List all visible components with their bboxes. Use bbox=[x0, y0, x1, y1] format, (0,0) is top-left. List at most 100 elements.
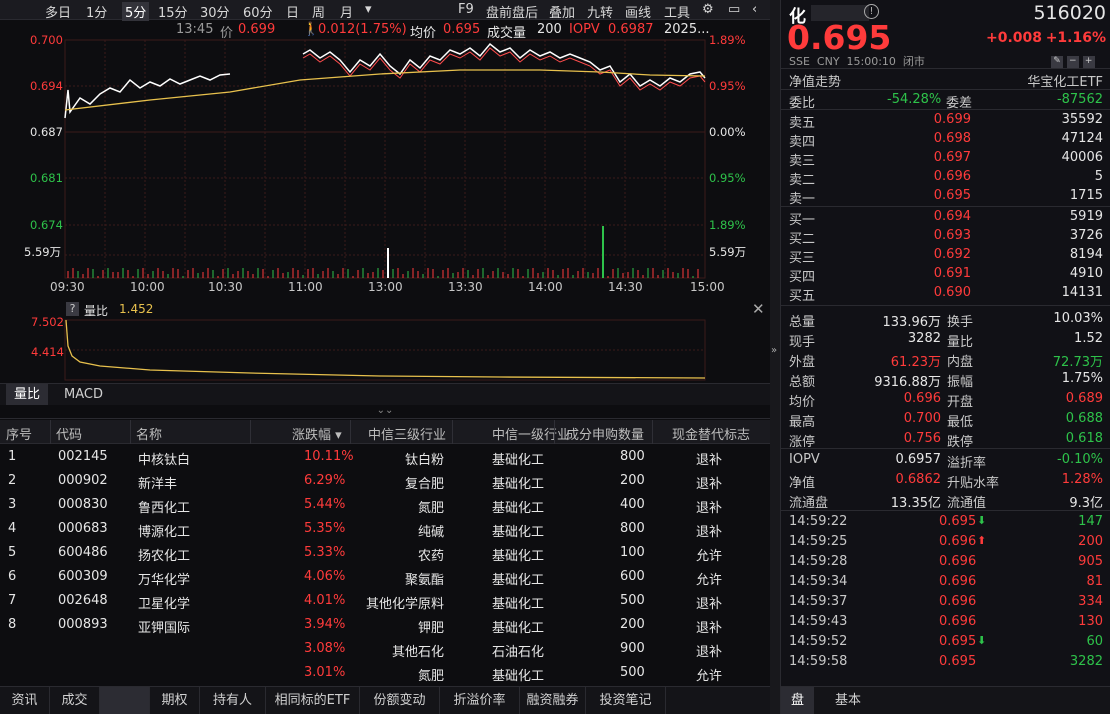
y-left-1: 0.694 bbox=[30, 79, 63, 93]
toolbar-item-12[interactable]: 叠加 bbox=[549, 2, 575, 21]
fund-name[interactable]: 华宝化工ETF bbox=[1027, 71, 1103, 90]
ask-row[interactable]: 卖四 0.698 47124 bbox=[781, 129, 1110, 150]
toolbar-item-8[interactable]: 月 bbox=[340, 2, 353, 21]
col-header-1[interactable]: 代码 bbox=[56, 424, 82, 443]
toolbar-item-15[interactable]: 工具 bbox=[664, 2, 690, 21]
ask-row[interactable]: 卖一 0.695 1715 bbox=[781, 186, 1110, 207]
table-row[interactable]: 4 000683 博源化工 5.35% 纯碱 基础化工 800 退补 bbox=[0, 517, 770, 541]
toolbar-item-13[interactable]: 九转 bbox=[587, 2, 613, 21]
bottom-tab-8[interactable]: 融资融券 bbox=[520, 687, 586, 714]
toolbar-item-11[interactable]: 盘前盘后 bbox=[486, 2, 538, 21]
table-row[interactable]: 5 600486 扬农化工 5.33% 农药 基础化工 100 允许 bbox=[0, 541, 770, 565]
ind-y-mid: 4.414 bbox=[31, 345, 64, 359]
stat-value: 3282 bbox=[907, 331, 941, 346]
toolbar-item-0[interactable]: 多日 bbox=[45, 2, 71, 21]
bottom-tab-9[interactable]: 投资笔记 bbox=[586, 687, 666, 714]
col-header-6[interactable]: 成分申购数量 bbox=[566, 424, 644, 443]
bottom-tab-2[interactable] bbox=[100, 687, 150, 714]
table-row[interactable]: 1 002145 中核钛白 10.11% 钛白粉 基础化工 800 退补 bbox=[0, 445, 770, 469]
x-label-3: 11:00 bbox=[288, 280, 323, 294]
bottom-tab-3[interactable]: 期权 bbox=[150, 687, 200, 714]
stat-label: 换手 bbox=[947, 315, 974, 330]
toolbar-item-9[interactable]: ▾ bbox=[365, 2, 372, 17]
bid-row[interactable]: 买二 0.693 3726 bbox=[781, 226, 1110, 247]
toolbar-item-5[interactable]: 60分 bbox=[243, 2, 273, 21]
bottom-tab-1[interactable]: 成交 bbox=[50, 687, 100, 714]
toolbar-item-14[interactable]: 画线 bbox=[625, 2, 651, 21]
toolbar-item-1[interactable]: 1分 bbox=[86, 2, 107, 21]
table-row[interactable]: 3.01% 氮肥 基础化工 500 允许 bbox=[0, 661, 770, 685]
col-header-7[interactable]: 现金替代标志 bbox=[672, 424, 750, 443]
cell-6: 200 bbox=[620, 617, 645, 632]
info-icon[interactable]: ! bbox=[864, 4, 879, 19]
col-header-0[interactable]: 序号 bbox=[6, 424, 32, 443]
col-header-2[interactable]: 名称 bbox=[136, 424, 162, 443]
table-row[interactable]: 6 600309 万华化学 4.06% 聚氨酯 基础化工 600 允许 bbox=[0, 565, 770, 589]
settings-icon[interactable]: ⚙ bbox=[702, 2, 714, 17]
toolbar-item-2[interactable]: 5分 bbox=[122, 2, 150, 21]
toolbar-item-3[interactable]: 15分 bbox=[158, 2, 188, 21]
cell-4: 氮肥 bbox=[417, 501, 444, 516]
table-row[interactable]: 8 000893 亚钾国际 3.94% 钾肥 基础化工 200 退补 bbox=[0, 613, 770, 637]
minus-icon[interactable]: − bbox=[1066, 56, 1079, 68]
stat-value: 133.96万 bbox=[882, 315, 942, 330]
col-header-4[interactable]: 中信三级行业 bbox=[368, 424, 446, 443]
cell-5: 石油石化 bbox=[492, 645, 545, 660]
tick-price: 0.696 bbox=[939, 594, 977, 609]
ask-volume: 35592 bbox=[1061, 112, 1103, 127]
ind-y-top: 7.502 bbox=[31, 315, 64, 329]
table-row[interactable]: 3 000830 鲁西化工 5.44% 氮肥 基础化工 400 退补 bbox=[0, 493, 770, 517]
resize-handle[interactable]: ⌄⌄ bbox=[0, 405, 770, 419]
col-header-3[interactable]: 涨跌幅 ▾ bbox=[292, 424, 342, 443]
tick-row: 14:59:34 0.696 81 bbox=[781, 572, 1110, 592]
bottom-tab-5[interactable]: 相同标的ETF bbox=[266, 687, 360, 714]
toolbar-item-4[interactable]: 30分 bbox=[200, 2, 230, 21]
bottom-tab-0[interactable]: 资讯 bbox=[0, 687, 50, 714]
nav-trend-link[interactable]: 净值走势 bbox=[789, 71, 841, 90]
cell-5: 基础化工 bbox=[492, 477, 545, 492]
panel-splitter[interactable]: » bbox=[770, 0, 780, 714]
col-header-5[interactable]: 中信一级行业 bbox=[492, 424, 570, 443]
vol-left: 5.59万 bbox=[24, 245, 62, 259]
window-icon[interactable]: ▭ bbox=[728, 2, 740, 17]
stat-value: 0.618 bbox=[1065, 431, 1103, 446]
table-row[interactable]: 3.08% 其他石化 石油石化 900 退补 bbox=[0, 637, 770, 661]
tab-pan[interactable]: 盘 bbox=[781, 687, 815, 714]
expand-icon[interactable]: » bbox=[771, 345, 777, 356]
stat-value: 0.700 bbox=[903, 411, 941, 426]
edit-icon[interactable]: ✎ bbox=[1051, 56, 1063, 68]
tick-volume: 200 bbox=[1078, 534, 1103, 549]
bottom-tab-4[interactable]: 持有人 bbox=[200, 687, 266, 714]
tab-basic[interactable]: 基本 bbox=[825, 687, 871, 714]
bid-row[interactable]: 买五 0.690 14131 bbox=[781, 283, 1110, 304]
tab-volume-ratio[interactable]: 量比 bbox=[6, 384, 49, 405]
collapse-icon[interactable]: ‹ bbox=[752, 2, 757, 17]
toolbar-item-10[interactable]: F9 bbox=[458, 2, 474, 17]
plus-icon[interactable]: + bbox=[1082, 56, 1095, 68]
indicator-tabs: 量比 MACD bbox=[0, 383, 770, 405]
ask-price: 0.699 bbox=[933, 112, 971, 127]
webi-value: -54.28% bbox=[887, 92, 942, 107]
cell-5: 基础化工 bbox=[492, 669, 545, 684]
cell-2: 新洋丰 bbox=[138, 477, 178, 492]
toolbar-item-6[interactable]: 日 bbox=[286, 2, 299, 21]
ask-row[interactable]: 卖二 0.696 5 bbox=[781, 167, 1110, 188]
bid-row[interactable]: 买四 0.691 4910 bbox=[781, 264, 1110, 285]
tab-macd[interactable]: MACD bbox=[56, 384, 111, 405]
bid-row[interactable]: 买一 0.694 5919 bbox=[781, 207, 1110, 228]
cell-3: 5.33% bbox=[304, 545, 346, 560]
bottom-tab-6[interactable]: 份额变动 bbox=[360, 687, 440, 714]
table-row[interactable]: 2 000902 新洋丰 6.29% 复合肥 基础化工 200 退补 bbox=[0, 469, 770, 493]
tick-row: 14:59:25 0.696 ⬆ 200 bbox=[781, 532, 1110, 552]
toolbar-item-7[interactable]: 周 bbox=[312, 2, 325, 21]
help-icon[interactable]: ? bbox=[66, 302, 79, 316]
table-row[interactable]: 7 002648 卫星化学 4.01% 其他化学原料 基础化工 500 退补 bbox=[0, 589, 770, 613]
intraday-chart[interactable] bbox=[0, 30, 770, 300]
tick-time: 14:59:22 bbox=[789, 514, 848, 529]
ask-row[interactable]: 卖三 0.697 40006 bbox=[781, 148, 1110, 169]
bottom-tab-7[interactable]: 折溢价率 bbox=[440, 687, 520, 714]
bid-row[interactable]: 买三 0.692 8194 bbox=[781, 245, 1110, 266]
cell-7: 退补 bbox=[696, 525, 723, 540]
ask-row[interactable]: 卖五 0.699 35592 bbox=[781, 110, 1110, 131]
security-code: 516020 bbox=[1033, 2, 1106, 24]
